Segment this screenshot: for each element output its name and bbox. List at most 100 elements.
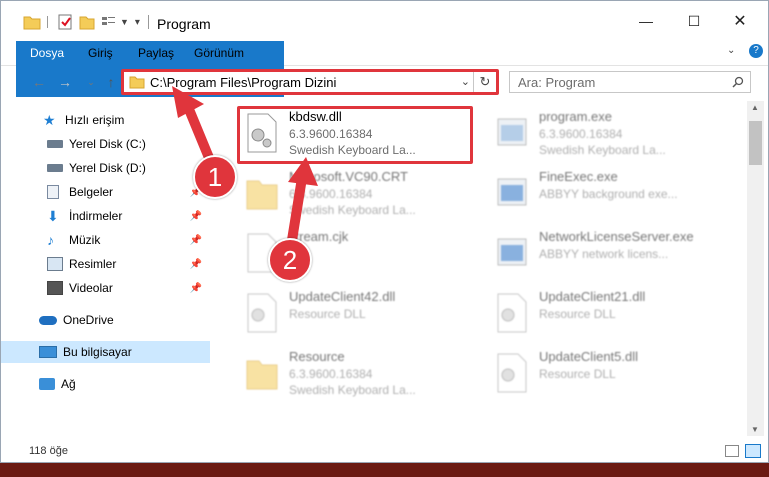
scroll-thumb[interactable] — [749, 121, 762, 165]
explorer-window: ▼ ▾ Program — ☐ ✕ Dosya Giriş Paylaş Gör… — [0, 0, 769, 463]
up-button[interactable]: ↑ — [101, 71, 121, 93]
details-view-button[interactable] — [725, 445, 739, 457]
dll-gear-icon — [497, 293, 527, 333]
scroll-down-icon[interactable]: ▼ — [751, 425, 759, 434]
recent-locations-button[interactable]: ⌄ — [81, 71, 101, 93]
separator — [47, 16, 56, 28]
file-item-resource[interactable]: Resource 6.3.9600.16384 Swedish Keyboard… — [237, 347, 477, 403]
sidebar-item-pictures[interactable]: Resimler 📌 — [1, 253, 210, 275]
search-input[interactable]: Ara: Program — [509, 71, 751, 93]
exe-icon — [497, 238, 527, 266]
dll-gear-icon — [497, 353, 527, 393]
sidebar-item-documents[interactable]: Belgeler 📌 — [1, 181, 210, 203]
exe-icon — [497, 118, 527, 146]
file-name: Microsoft.VC90.CRT — [289, 169, 408, 184]
file-item-program-exe[interactable]: program.exe 6.3.9600.16384 Swedish Keybo… — [487, 107, 727, 163]
address-path: C:\Program Files\Program Dizini — [150, 75, 337, 90]
sidebar-item-label: OneDrive — [63, 313, 114, 327]
sidebar-item-onedrive[interactable]: OneDrive — [1, 309, 210, 331]
expand-ribbon-icon[interactable]: ⌄ — [727, 45, 735, 56]
file-item-updateclient42[interactable]: UpdateClient42.dll Resource DLL — [237, 287, 477, 343]
sidebar-item-label: Belgeler — [69, 185, 114, 199]
sidebar-item-label: İndirmeler — [69, 209, 123, 223]
quick-access-toolbar: ▼ ▾ — [23, 13, 149, 31]
sidebar-item-music[interactable]: ♪ Müzik 📌 — [1, 229, 210, 251]
sidebar-item-downloads[interactable]: ⬇ İndirmeler 📌 — [1, 205, 210, 227]
file-version: 6.3.9600.16384 — [289, 367, 373, 381]
step-badge-1: 1 — [193, 155, 237, 199]
file-description: Swedish Keyboard La... — [289, 383, 416, 397]
file-version: 6.3.9600.16384 — [539, 127, 623, 141]
file-name: NetworkLicenseServer.exe — [539, 229, 694, 244]
view-menu-icon[interactable] — [100, 14, 118, 30]
tab-gorunum[interactable]: Görünüm — [184, 41, 254, 65]
drive-icon — [47, 164, 63, 172]
documents-icon — [47, 185, 59, 199]
sidebar-item-label: Hızlı erişim — [65, 113, 125, 127]
pictures-icon — [47, 257, 63, 271]
sidebar-item-quick-access[interactable]: ★ Hızlı erişim — [1, 109, 210, 131]
customize-toolbar-icon[interactable]: ▾ — [135, 17, 140, 28]
refresh-button[interactable]: ↻ — [473, 72, 496, 92]
tab-paylas[interactable]: Paylaş — [128, 41, 184, 65]
computer-icon — [39, 346, 57, 358]
file-item-updateclient21[interactable]: UpdateClient21.dll Resource DLL — [487, 287, 727, 343]
file-description: Resource DLL — [539, 307, 616, 321]
file-item-vc90[interactable]: Microsoft.VC90.CRT 6.3.9600.16384 Swedis… — [237, 167, 477, 223]
file-item-kbdsw[interactable]: kbdsw.dll 6.3.9600.16384 Swedish Keyboar… — [237, 107, 477, 163]
file-item-networklicenseserver[interactable]: NetworkLicenseServer.exe ABBYY network l… — [487, 227, 727, 283]
pin-icon[interactable]: 📌 — [190, 235, 202, 246]
tab-giris[interactable]: Giriş — [78, 41, 123, 65]
file-description: ABBYY background exe... — [539, 187, 678, 201]
window-title: Program — [157, 16, 211, 32]
address-bar[interactable]: C:\Program Files\Program Dizini ⌄ ↻ — [123, 71, 497, 93]
folder-icon — [246, 180, 278, 210]
pin-icon[interactable]: 📌 — [190, 259, 202, 270]
pin-icon[interactable]: 📌 — [190, 283, 202, 294]
back-button[interactable]: ← — [29, 71, 49, 93]
star-icon: ★ — [43, 112, 56, 128]
vertical-scrollbar[interactable]: ▲ ▼ — [747, 101, 764, 436]
file-description: Swedish Keyboard La... — [289, 143, 416, 157]
file-description: ABBYY network licens... — [539, 247, 669, 261]
sidebar-item-this-pc[interactable]: Bu bilgisayar — [1, 341, 210, 363]
navigation-bar: ← → ⌄ ↑ C:\Program Files\Program Dizini … — [1, 67, 768, 99]
tiles-view-button[interactable] — [745, 444, 761, 458]
chevron-down-icon[interactable]: ▼ — [120, 17, 129, 27]
file-name: UpdateClient42.dll — [289, 289, 396, 304]
step-badge-2: 2 — [268, 238, 312, 282]
sidebar-item-label: Videolar — [69, 281, 113, 295]
sidebar-item-local-disk-d[interactable]: Yerel Disk (D:) — [1, 157, 210, 179]
sidebar-item-label: Ağ — [61, 377, 76, 391]
navigation-pane: ★ Hızlı erişim Yerel Disk (C:) Yerel Dis… — [1, 101, 211, 436]
folder-icon — [129, 76, 145, 89]
folder-icon[interactable] — [23, 14, 41, 30]
maximize-button[interactable]: ☐ — [671, 1, 717, 41]
item-count: 118 öğe — [29, 445, 68, 457]
minimize-button[interactable]: — — [623, 1, 669, 41]
pin-icon[interactable]: 📌 — [190, 211, 202, 222]
search-placeholder: Ara: Program — [518, 75, 596, 90]
chevron-down-icon[interactable]: ⌄ — [461, 75, 470, 88]
download-icon: ⬇ — [47, 208, 59, 224]
help-icon[interactable]: ? — [749, 44, 763, 58]
sidebar-item-label: Resimler — [69, 257, 117, 271]
sidebar-item-network[interactable]: Ağ — [1, 373, 210, 395]
file-item-updateclient5[interactable]: UpdateClient5.dll Resource DLL — [487, 347, 727, 403]
sidebar-item-local-disk-c[interactable]: Yerel Disk (C:) — [1, 133, 210, 155]
forward-button[interactable]: → — [55, 71, 75, 93]
videos-icon — [47, 281, 63, 295]
properties-check-icon[interactable] — [56, 14, 74, 30]
folder-icon — [246, 360, 278, 390]
search-icon — [732, 76, 744, 88]
new-folder-icon[interactable] — [78, 14, 96, 30]
sidebar-item-videos[interactable]: Videolar 📌 — [1, 277, 210, 299]
status-bar: 118 öğe — [1, 441, 768, 463]
dll-gear-icon — [247, 293, 277, 333]
ribbon: Dosya Giriş Paylaş Görünüm ⌄ ? — [1, 41, 768, 97]
scroll-up-icon[interactable]: ▲ — [751, 103, 759, 112]
file-item-fineexec[interactable]: FineExec.exe ABBYY background exe... — [487, 167, 727, 223]
sidebar-item-label: Yerel Disk (C:) — [69, 137, 146, 151]
close-button[interactable]: ✕ — [717, 1, 763, 41]
file-name: UpdateClient5.dll — [539, 349, 639, 364]
